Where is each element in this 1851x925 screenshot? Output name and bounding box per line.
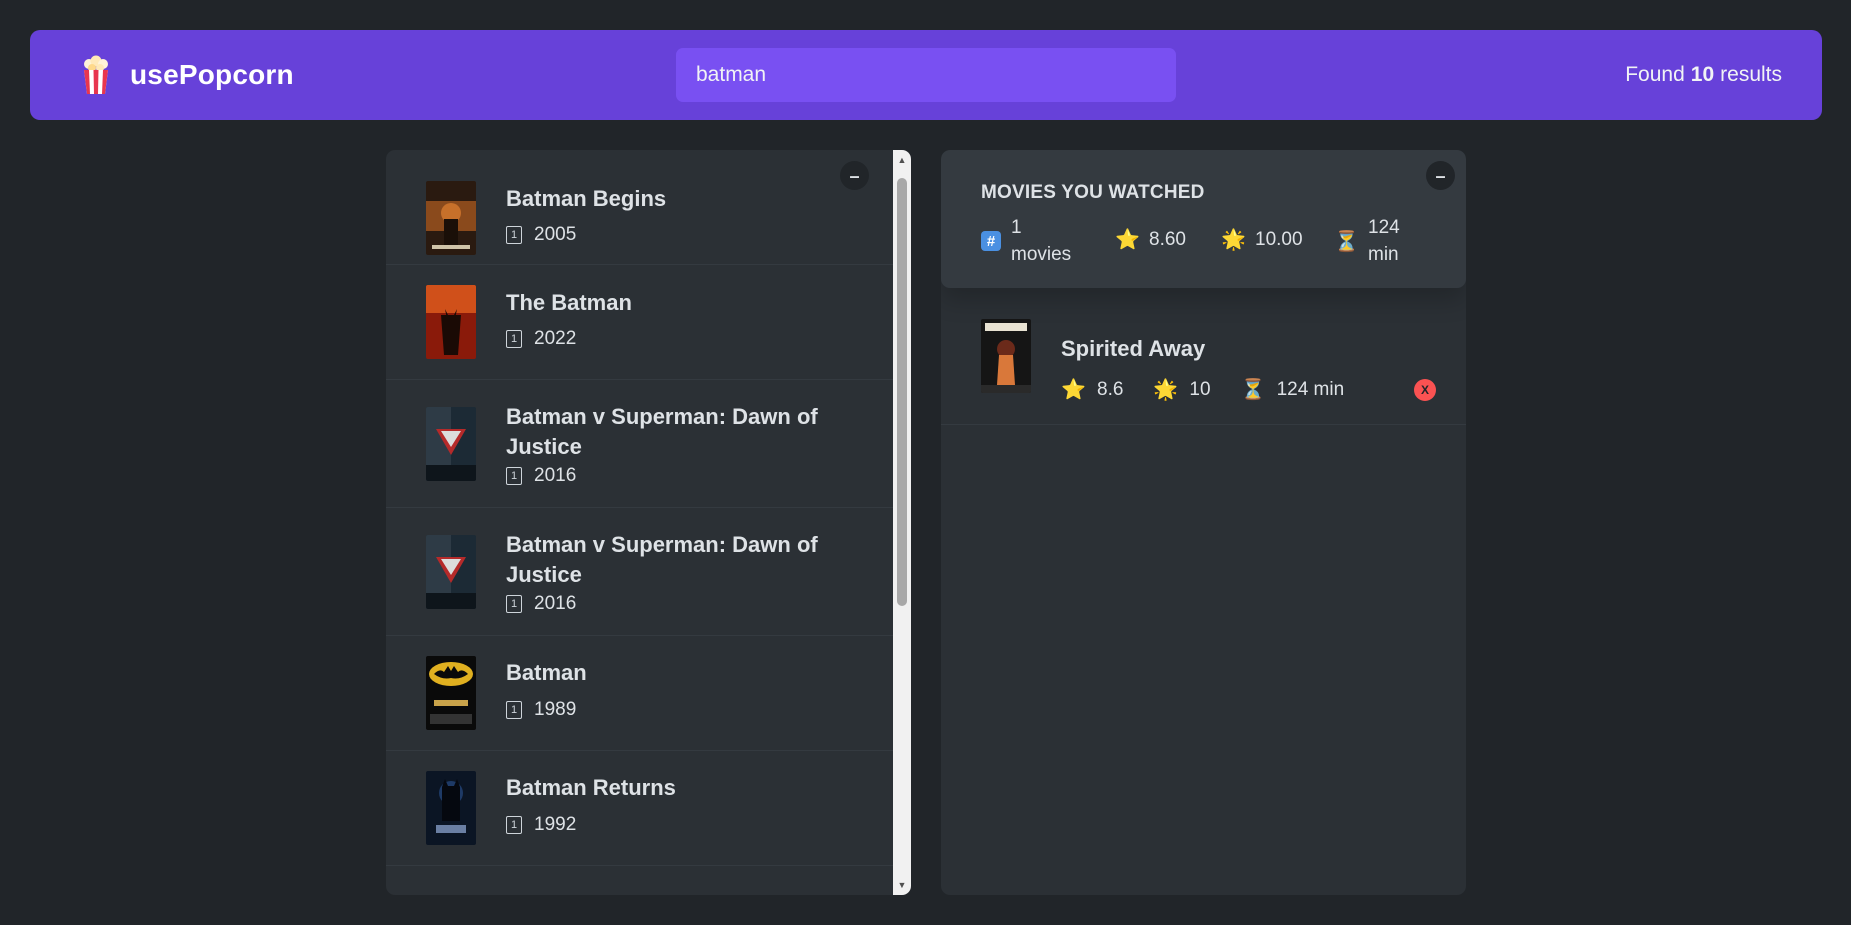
sun-icon: 🌟 (1153, 379, 1179, 401)
movie-title: Batman v Superman: Dawn of Justice (506, 532, 818, 587)
watched-imdb-rating: ⭐ 8.6 (1061, 377, 1123, 402)
calendar-icon: 1 (506, 226, 522, 244)
movie-list[interactable]: Batman Begins 1 2005 The Batman 1 2022 B… (386, 150, 893, 895)
watched-runtime: ⏳ 124 min (1241, 377, 1345, 402)
movie-year: 1 2016 (506, 593, 576, 615)
logo-text: usePopcorn (130, 59, 294, 90)
movie-title: Batman v Superman: Dawn of Justice (506, 404, 818, 459)
calendar-icon: 1 (506, 467, 522, 485)
summary-heading: Movies you watched (981, 182, 1205, 203)
runtime-value: 124 (1368, 217, 1400, 238)
results-number: 10 (1690, 63, 1715, 86)
hourglass-icon: ⏳ (1334, 230, 1359, 253)
list-item[interactable]: Batman v Superman: Dawn of Justice 1 201… (386, 380, 893, 508)
movie-poster (426, 407, 476, 481)
summary-imdb-rating: ⭐ 8.60 (1115, 227, 1186, 252)
movie-title: Batman (506, 660, 587, 685)
user-rating-value: 10.00 (1255, 228, 1303, 250)
movie-year-text: 2016 (534, 465, 577, 486)
delete-watched-button[interactable]: X (1414, 379, 1436, 401)
list-item[interactable]: Batman Begins 1 2005 (386, 150, 893, 265)
star-icon: ⭐ (1061, 379, 1086, 401)
list-item[interactable]: Batman Returns 1 1992 (386, 751, 893, 866)
popcorn-icon (80, 54, 112, 96)
watched-imdb-rating-value: 8.6 (1097, 378, 1124, 400)
movie-year-text: 1992 (534, 814, 577, 835)
movie-poster (426, 771, 476, 845)
watched-user-rating: 🌟 10 (1153, 377, 1210, 402)
results-prefix: Found (1625, 63, 1685, 86)
search-input[interactable] (676, 48, 1176, 102)
calendar-icon: 1 (506, 816, 522, 834)
scrollbar[interactable]: ▲ ▼ (893, 150, 911, 895)
movie-year-text: 2022 (534, 328, 577, 349)
watched-summary: Movies you watched # 1 movies ⭐ 8.60 🌟 1… (941, 150, 1466, 288)
movie-poster (426, 535, 476, 609)
movie-title: The Batman (506, 290, 632, 315)
logo: usePopcorn (80, 30, 294, 120)
list-item[interactable]: Batman 1 1989 (386, 636, 893, 751)
movie-year: 1 1992 (506, 814, 576, 836)
sun-icon: 🌟 (1221, 229, 1246, 251)
calendar-icon: 1 (506, 330, 522, 348)
movie-poster (981, 319, 1031, 393)
summary-user-rating: 🌟 10.00 (1221, 227, 1303, 252)
watched-movie-title: Spirited Away (1061, 336, 1206, 361)
watched-user-rating-value: 10 (1189, 378, 1211, 400)
movie-year-text: 2005 (534, 224, 577, 245)
calendar-icon: 1 (506, 701, 522, 719)
watched-list-item[interactable]: Spirited Away ⭐ 8.6 🌟 10 ⏳ 124 min X (941, 315, 1466, 425)
scroll-down-arrow-icon[interactable]: ▼ (893, 877, 911, 893)
movie-year: 1 2016 (506, 465, 576, 487)
hourglass-icon: ⏳ (1240, 379, 1266, 401)
star-icon: ⭐ (1115, 229, 1140, 251)
movie-title: Batman Begins (506, 186, 667, 211)
results-suffix: results (1720, 63, 1782, 86)
search-results-box: – Batman Begins 1 2005 The Batman 1 2022 (386, 150, 911, 895)
count-value: 1 (1011, 217, 1022, 238)
movie-year-text: 2016 (534, 593, 577, 614)
hash-icon: # (981, 231, 1001, 251)
summary-count: # 1 movies (981, 214, 1071, 268)
movie-poster (426, 285, 476, 359)
movie-year: 1 2005 (506, 224, 576, 246)
collapse-watched-button[interactable]: – (1426, 161, 1455, 190)
navbar: usePopcorn Found 10 results (30, 30, 1822, 120)
list-item[interactable]: Batman v Superman: Dawn of Justice 1 201… (386, 508, 893, 636)
movie-year: 1 2022 (506, 328, 576, 350)
list-item[interactable]: The Batman 1 2022 (386, 265, 893, 380)
movie-title: Batman Returns (506, 775, 676, 800)
watched-movie-stats: ⭐ 8.6 🌟 10 ⏳ 124 min (1061, 377, 1374, 402)
calendar-icon: 1 (506, 595, 522, 613)
runtime-unit: min (1368, 244, 1399, 265)
imdb-rating-value: 8.60 (1149, 228, 1186, 250)
results-count: Found 10 results (1625, 30, 1782, 120)
summary-runtime: ⏳ 124 min (1334, 214, 1400, 268)
scroll-up-arrow-icon[interactable]: ▲ (893, 152, 911, 168)
count-unit: movies (1011, 244, 1072, 265)
watched-runtime-value: 124 min (1276, 378, 1345, 400)
scrollbar-thumb[interactable] (897, 178, 907, 606)
movie-year-text: 1989 (534, 699, 577, 720)
watched-box: – Movies you watched # 1 movies ⭐ 8.60 🌟… (941, 150, 1466, 895)
movie-poster (426, 181, 476, 255)
movie-poster (426, 656, 476, 730)
movie-year: 1 1989 (506, 699, 576, 721)
collapse-results-button[interactable]: – (840, 161, 869, 190)
